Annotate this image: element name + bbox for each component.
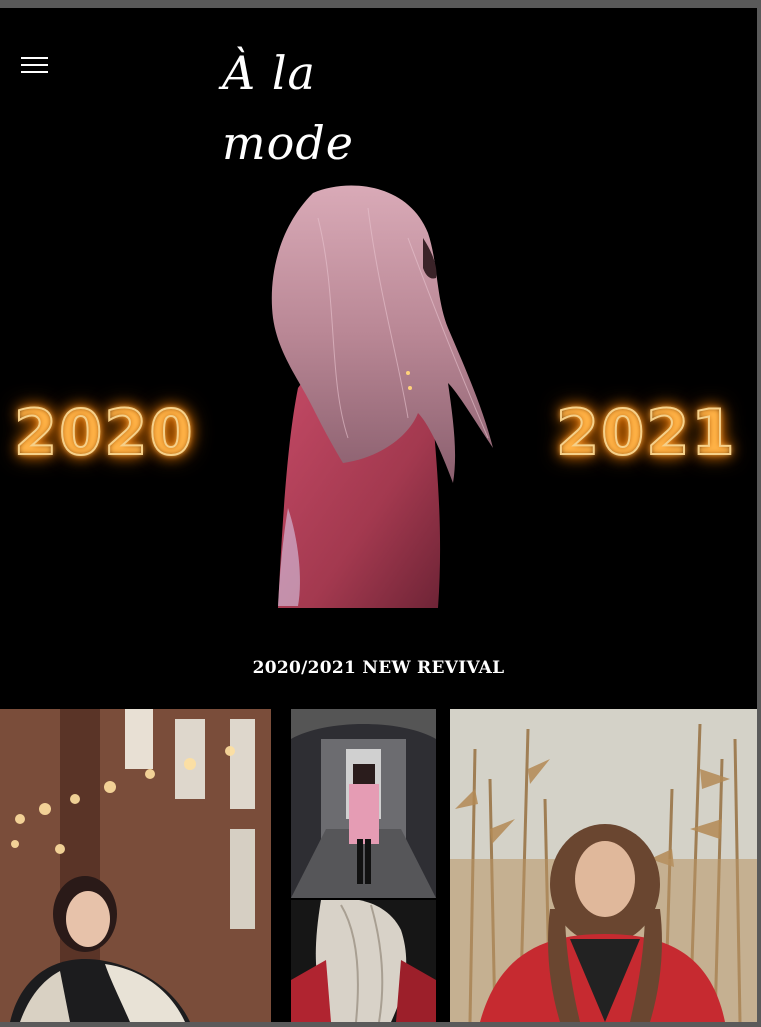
photo-gallery: [0, 709, 757, 1022]
gallery-photo-street-woman[interactable]: [0, 709, 271, 1022]
model-silhouette: [271, 185, 493, 608]
gallery-photo-blonde-hair[interactable]: [291, 900, 436, 1022]
year-2021-sparkler: 2021: [555, 395, 737, 470]
browser-frame: À la mode 2020 2021 2020/2021 NEW REVIVA…: [0, 0, 761, 1027]
section-headline: 2020/2021 NEW REVIVAL: [252, 658, 505, 678]
photo-content: [291, 900, 436, 1022]
hamburger-menu-icon[interactable]: [21, 57, 49, 75]
photo-content: [0, 709, 271, 1022]
photo-content: [450, 709, 757, 1022]
year-2020-sparkler: 2020: [13, 395, 195, 470]
photo-content: [291, 709, 436, 898]
page: À la mode 2020 2021 2020/2021 NEW REVIVA…: [0, 8, 757, 1022]
hero-model-image: [258, 178, 518, 608]
site-logo[interactable]: À la mode: [222, 38, 462, 170]
gallery-photo-arcade-woman[interactable]: [291, 709, 436, 898]
gallery-photo-cornfield-woman[interactable]: [450, 709, 757, 1022]
hero-banner: 2020 2021: [0, 168, 757, 608]
